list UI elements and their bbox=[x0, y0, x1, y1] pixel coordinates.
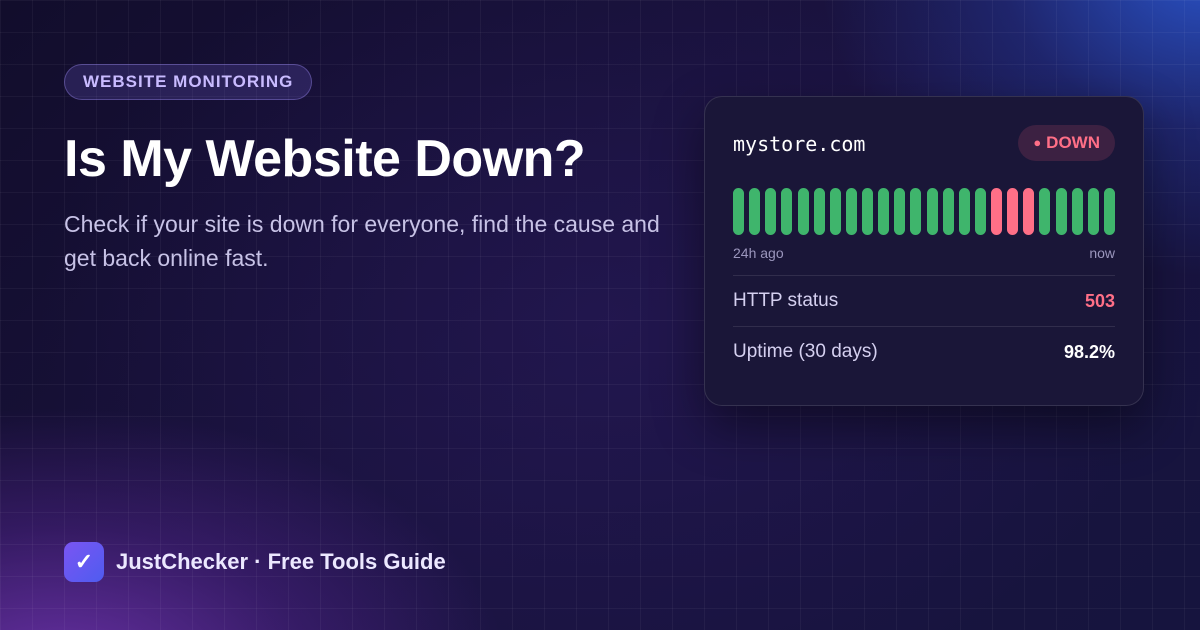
uptime-bar-down bbox=[1007, 188, 1019, 235]
checkmark-icon: ✓ bbox=[64, 542, 104, 582]
status-badge: ● DOWN bbox=[1018, 125, 1115, 161]
uptime-bar-up bbox=[926, 188, 938, 235]
divider bbox=[733, 275, 1115, 276]
monitor-card: mystore.com ● DOWN 24h ago now HTTP stat… bbox=[704, 96, 1144, 406]
page-subtitle: Check if your site is down for everyone,… bbox=[64, 211, 660, 271]
uptime-history-bars bbox=[733, 188, 1115, 235]
uptime-bar-up bbox=[942, 188, 954, 235]
http-status-label: HTTP status bbox=[733, 290, 839, 311]
brand-name: JustChecker · Free Tools Guide bbox=[116, 549, 446, 574]
history-end-label: now bbox=[1089, 245, 1115, 261]
history-start-label: 24h ago bbox=[733, 245, 784, 261]
status-label: DOWN bbox=[1046, 133, 1100, 152]
uptime-bar-up bbox=[1103, 188, 1115, 235]
uptime-label: Uptime (30 days) bbox=[733, 341, 878, 362]
uptime-bar-up bbox=[974, 188, 986, 235]
brand: ✓ JustChecker · Free Tools Guide bbox=[64, 542, 446, 582]
uptime-bar-up bbox=[1071, 188, 1083, 235]
uptime-bar-up bbox=[878, 188, 890, 235]
uptime-bar-up bbox=[862, 188, 873, 235]
uptime-bar-up bbox=[813, 188, 825, 235]
category-badge: WEBSITE MONITORING bbox=[64, 64, 313, 100]
uptime-bar-up bbox=[749, 188, 761, 235]
uptime-bar-up bbox=[958, 188, 970, 235]
page-title: Is My Website Down? bbox=[64, 130, 586, 188]
uptime-bar-up bbox=[781, 188, 793, 235]
http-status-value: 503 bbox=[1084, 291, 1115, 311]
uptime-bar-down bbox=[1023, 188, 1035, 235]
status-dot-icon: ● bbox=[1033, 135, 1042, 150]
uptime-bar-up bbox=[910, 188, 922, 235]
uptime-bar-up bbox=[1039, 188, 1051, 235]
uptime-bar-up bbox=[1055, 188, 1067, 235]
uptime-bar-up bbox=[733, 188, 744, 235]
uptime-bar-up bbox=[845, 188, 857, 235]
uptime-bar-up bbox=[797, 188, 809, 235]
uptime-bar-up bbox=[894, 188, 906, 235]
uptime-bar-up bbox=[1087, 188, 1099, 235]
uptime-value: 98.2% bbox=[1063, 342, 1115, 362]
divider bbox=[733, 326, 1115, 327]
uptime-bar-down bbox=[991, 188, 1002, 235]
monitored-domain: mystore.com bbox=[733, 132, 866, 156]
uptime-bar-up bbox=[829, 188, 841, 235]
uptime-bar-up bbox=[765, 188, 777, 235]
